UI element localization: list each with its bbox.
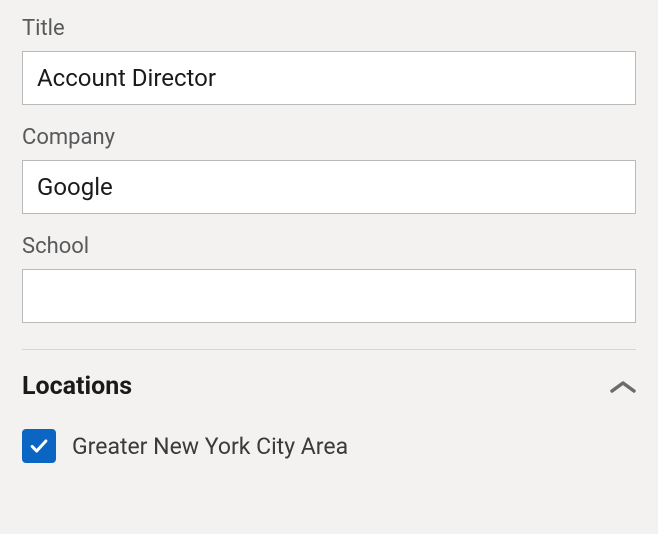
location-option-label: Greater New York City Area xyxy=(72,433,348,460)
school-field-group: School xyxy=(22,234,636,323)
locations-section-header[interactable]: Locations xyxy=(22,350,636,423)
location-option-row[interactable]: Greater New York City Area xyxy=(22,423,636,469)
company-field-group: Company xyxy=(22,125,636,214)
location-checkbox[interactable] xyxy=(22,429,56,463)
title-field-group: Title xyxy=(22,16,636,105)
company-input[interactable] xyxy=(22,160,636,214)
locations-heading: Locations xyxy=(22,372,132,401)
check-icon xyxy=(28,435,50,457)
title-label: Title xyxy=(22,16,636,41)
chevron-up-icon xyxy=(610,380,636,394)
school-input[interactable] xyxy=(22,269,636,323)
company-label: Company xyxy=(22,125,636,150)
title-input[interactable] xyxy=(22,51,636,105)
school-label: School xyxy=(22,234,636,259)
